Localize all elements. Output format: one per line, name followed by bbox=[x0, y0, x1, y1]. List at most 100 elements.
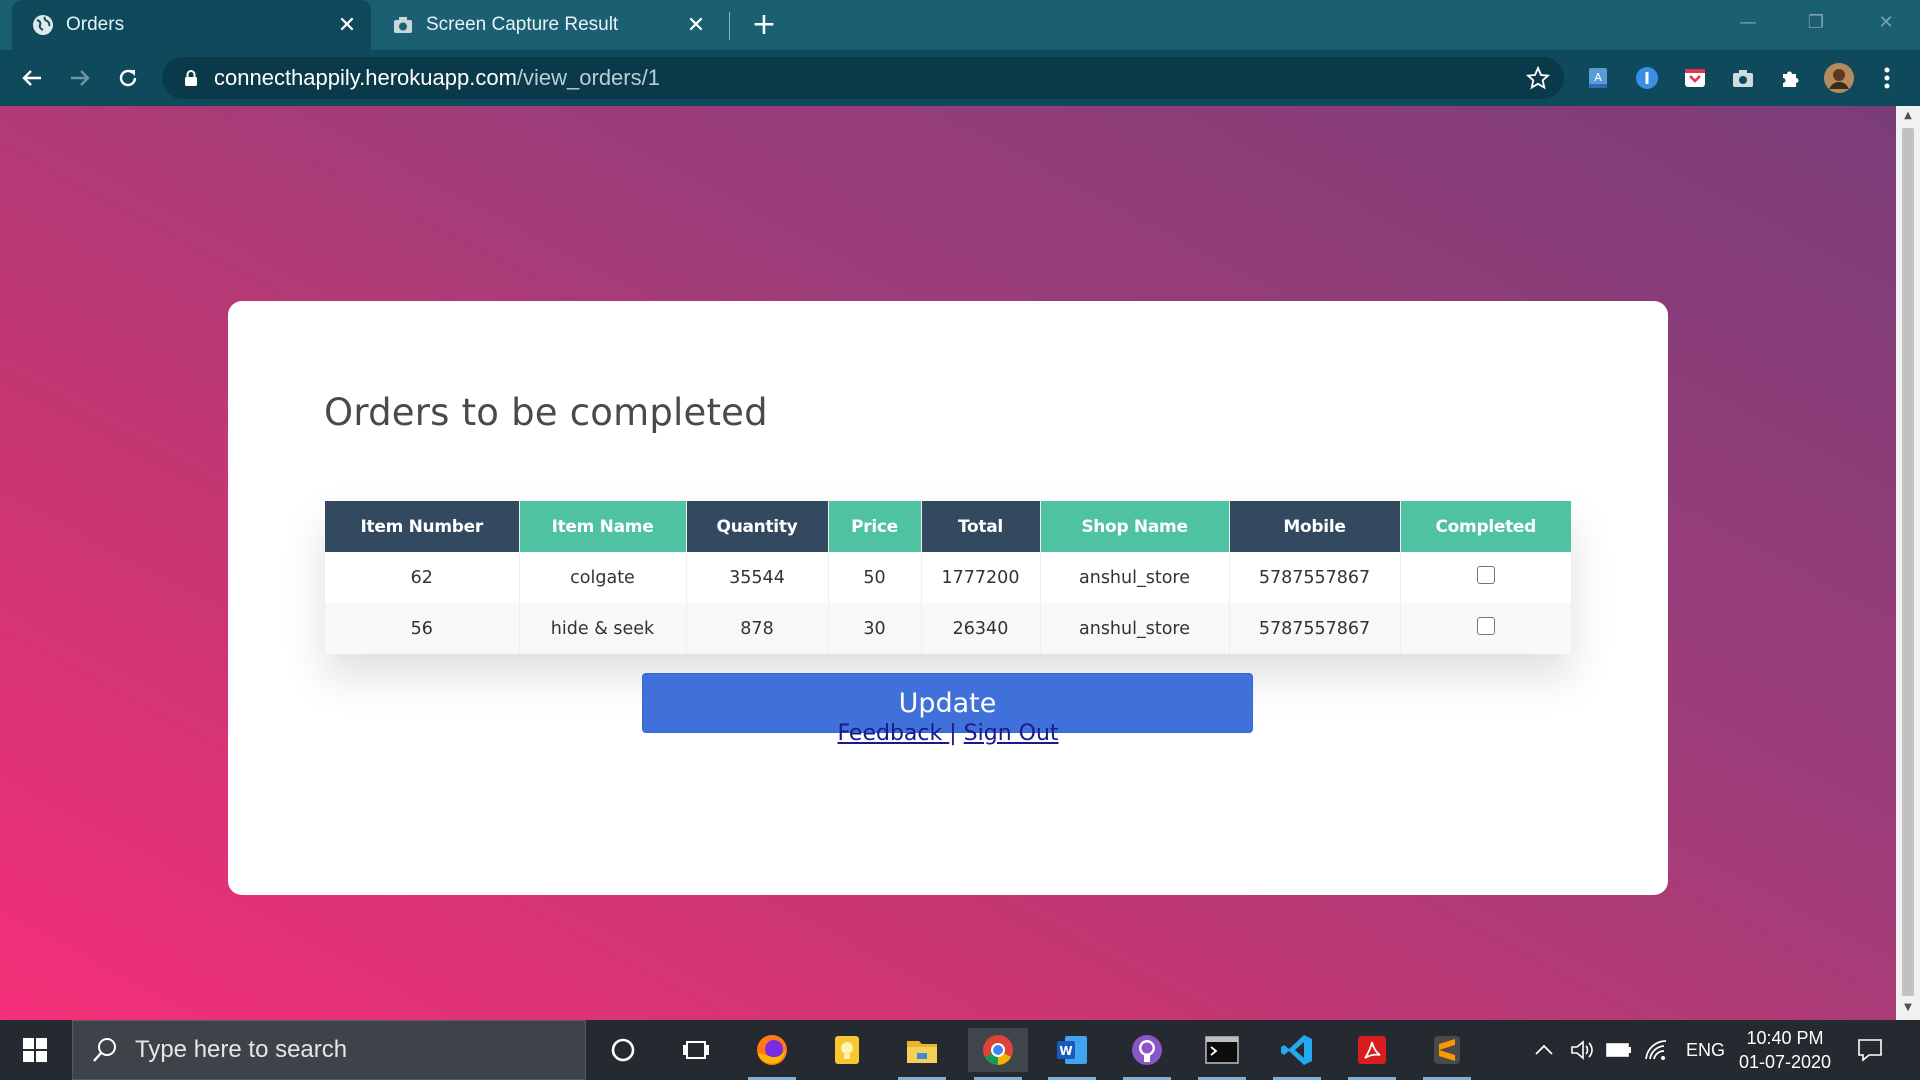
battery-icon[interactable] bbox=[1606, 1020, 1632, 1080]
info-extension-icon[interactable] bbox=[1632, 63, 1662, 93]
scroll-down-arrow-icon[interactable]: ▼ bbox=[1902, 1002, 1914, 1014]
minimize-icon[interactable]: — bbox=[1718, 0, 1778, 44]
column-header-shop-name: Shop Name bbox=[1039, 501, 1229, 552]
url-path: /view_orders/1 bbox=[516, 65, 660, 90]
table-row: 62 colgate 35544 50 1777200 anshul_store… bbox=[325, 552, 1571, 603]
cell-completed bbox=[1399, 552, 1571, 603]
word-icon[interactable]: W bbox=[1042, 1028, 1102, 1080]
cell-item-name: colgate bbox=[518, 552, 686, 603]
url-host: connecthappily.herokuapp.com bbox=[214, 65, 517, 90]
svg-text:A: A bbox=[1594, 71, 1602, 84]
tab-divider bbox=[729, 12, 730, 40]
bookmark-star-icon[interactable] bbox=[1525, 65, 1551, 94]
page-title: Orders to be completed bbox=[324, 391, 768, 434]
sign-out-link[interactable]: Sign Out bbox=[964, 721, 1059, 746]
address-bar[interactable]: connecthappily.herokuapp.com/view_orders… bbox=[162, 57, 1564, 99]
taskbar-search-box[interactable]: Type here to search bbox=[72, 1020, 586, 1080]
close-tab-icon[interactable]: ✕ bbox=[333, 11, 361, 39]
cell-item-name: hide & seek bbox=[518, 603, 686, 654]
search-placeholder: Type here to search bbox=[135, 1036, 348, 1063]
windows-logo-icon bbox=[23, 1038, 47, 1062]
restore-icon[interactable]: ❐ bbox=[1786, 0, 1846, 44]
github-desktop-icon[interactable] bbox=[1117, 1028, 1177, 1080]
feedback-link[interactable]: Feedback bbox=[837, 721, 949, 746]
sublime-text-icon[interactable] bbox=[1417, 1028, 1477, 1080]
extensions-puzzle-icon[interactable] bbox=[1776, 63, 1806, 93]
input-language-indicator[interactable]: ENG bbox=[1686, 1020, 1725, 1080]
globe-icon bbox=[32, 14, 54, 36]
cell-quantity: 35544 bbox=[685, 552, 828, 603]
column-header-total: Total bbox=[920, 501, 1040, 552]
cell-shop-name: anshul_store bbox=[1039, 603, 1229, 654]
cell-total: 26340 bbox=[920, 603, 1040, 654]
column-header-mobile: Mobile bbox=[1228, 501, 1400, 552]
firefox-icon[interactable] bbox=[742, 1028, 802, 1080]
acrobat-icon[interactable] bbox=[1342, 1028, 1402, 1080]
scrollbar-thumb[interactable] bbox=[1902, 128, 1914, 996]
tab-orders[interactable]: Orders ✕ bbox=[12, 0, 371, 50]
camera-icon bbox=[392, 14, 414, 36]
table-row: 56 hide & seek 878 30 26340 anshul_store… bbox=[325, 603, 1571, 654]
show-hidden-icons-chevron-icon[interactable] bbox=[1534, 1020, 1554, 1080]
cell-quantity: 878 bbox=[685, 603, 828, 654]
tab-strip: Orders ✕ Screen Capture Result ✕ + — ❐ ✕ bbox=[0, 0, 1920, 50]
windows-start-button[interactable] bbox=[10, 1030, 60, 1070]
cell-mobile: 5787557867 bbox=[1228, 603, 1400, 654]
cell-total: 1777200 bbox=[920, 552, 1040, 603]
search-icon bbox=[89, 1037, 121, 1063]
column-header-price: Price bbox=[827, 501, 921, 552]
orders-table-container: Item Number Item Name Quantity Price Tot… bbox=[325, 501, 1571, 654]
file-explorer-icon[interactable] bbox=[892, 1028, 952, 1080]
cell-completed bbox=[1399, 603, 1571, 654]
clock-time: 10:40 PM bbox=[1746, 1028, 1824, 1048]
cell-item-number: 56 bbox=[325, 603, 519, 654]
cell-item-number: 62 bbox=[325, 552, 519, 603]
profile-avatar[interactable] bbox=[1824, 63, 1854, 93]
camera-extension-icon[interactable] bbox=[1728, 63, 1758, 93]
lock-icon bbox=[180, 69, 202, 87]
column-header-item-number: Item Number bbox=[325, 501, 519, 552]
back-button[interactable] bbox=[16, 62, 48, 94]
tab-title: Screen Capture Result bbox=[426, 14, 619, 35]
completed-checkbox[interactable] bbox=[1476, 616, 1495, 635]
forward-arrow-icon bbox=[71, 70, 90, 86]
taskbar-clock[interactable]: 10:40 PM 01-07-2020 bbox=[1726, 1026, 1844, 1074]
orders-card: Orders to be completed Item Number Item … bbox=[228, 301, 1668, 895]
column-header-item-name: Item Name bbox=[518, 501, 686, 552]
svg-text:W: W bbox=[1059, 1044, 1072, 1058]
tab-screen-capture[interactable]: Screen Capture Result ✕ bbox=[380, 0, 720, 50]
column-header-quantity: Quantity bbox=[685, 501, 828, 552]
task-view-icon[interactable] bbox=[666, 1028, 726, 1072]
back-arrow-icon bbox=[22, 70, 41, 86]
reload-button[interactable] bbox=[112, 62, 144, 94]
page-scrollbar[interactable]: ▲ ▼ bbox=[1896, 106, 1920, 1020]
footer-links: Feedback | Sign Out bbox=[228, 721, 1668, 746]
vscode-icon[interactable] bbox=[1267, 1028, 1327, 1080]
browser-toolbar: connecthappily.herokuapp.com/view_orders… bbox=[0, 50, 1920, 106]
chrome-taskbar-icon[interactable] bbox=[968, 1028, 1028, 1080]
chrome-menu-icon[interactable] bbox=[1872, 63, 1902, 93]
wifi-icon[interactable] bbox=[1644, 1020, 1668, 1080]
link-separator: | bbox=[949, 721, 957, 746]
cortana-icon[interactable] bbox=[593, 1028, 653, 1072]
close-tab-icon[interactable]: ✕ bbox=[682, 11, 710, 39]
translate-extension-icon[interactable]: A bbox=[1583, 63, 1613, 93]
sticky-notes-icon[interactable] bbox=[817, 1028, 877, 1072]
orders-table: Item Number Item Name Quantity Price Tot… bbox=[325, 501, 1571, 654]
completed-checkbox[interactable] bbox=[1476, 565, 1495, 584]
action-center-icon[interactable] bbox=[1857, 1020, 1883, 1080]
reload-icon bbox=[119, 69, 137, 87]
cell-mobile: 5787557867 bbox=[1228, 552, 1400, 603]
terminal-icon[interactable] bbox=[1192, 1028, 1252, 1080]
volume-icon[interactable] bbox=[1570, 1020, 1594, 1080]
close-window-icon[interactable]: ✕ bbox=[1856, 0, 1916, 44]
new-tab-button[interactable]: + bbox=[748, 9, 780, 41]
forward-button[interactable] bbox=[64, 62, 96, 94]
cell-price: 50 bbox=[827, 552, 921, 603]
column-header-completed: Completed bbox=[1399, 501, 1571, 552]
cell-price: 30 bbox=[827, 603, 921, 654]
pocket-extension-icon[interactable] bbox=[1680, 63, 1710, 93]
url-text: connecthappily.herokuapp.com/view_orders… bbox=[214, 65, 660, 91]
scroll-up-arrow-icon[interactable]: ▲ bbox=[1902, 110, 1914, 122]
cell-shop-name: anshul_store bbox=[1039, 552, 1229, 603]
